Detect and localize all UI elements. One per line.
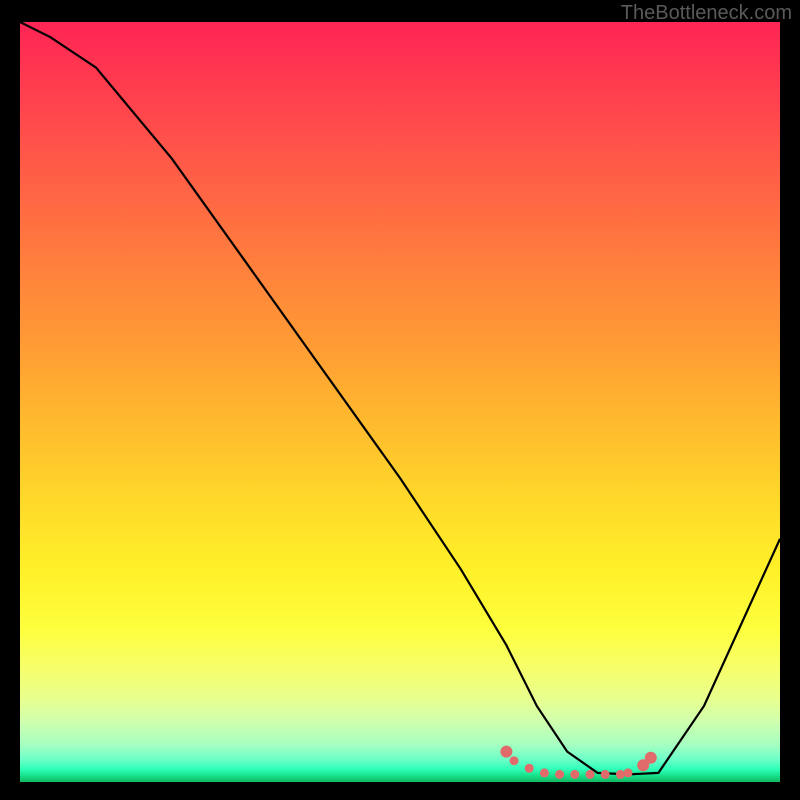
optimal-marker-dot <box>510 756 519 765</box>
optimal-marker-dot <box>601 770 610 779</box>
chart-svg <box>20 22 780 782</box>
optimal-marker-dot <box>586 770 595 779</box>
watermark-text: TheBottleneck.com <box>621 2 792 25</box>
plot-area <box>20 22 780 782</box>
bottleneck-curve <box>20 22 780 774</box>
optimal-marker-dot <box>540 768 549 777</box>
optimal-marker-dot <box>624 768 633 777</box>
optimal-marker-dot <box>555 770 564 779</box>
optimal-marker-dot <box>500 746 512 758</box>
optimal-marker-dot <box>616 770 625 779</box>
optimal-marker-dot <box>570 770 579 779</box>
curve-line <box>20 22 780 774</box>
optimal-marker-dot <box>645 752 657 764</box>
optimal-marker-dot <box>525 764 534 773</box>
